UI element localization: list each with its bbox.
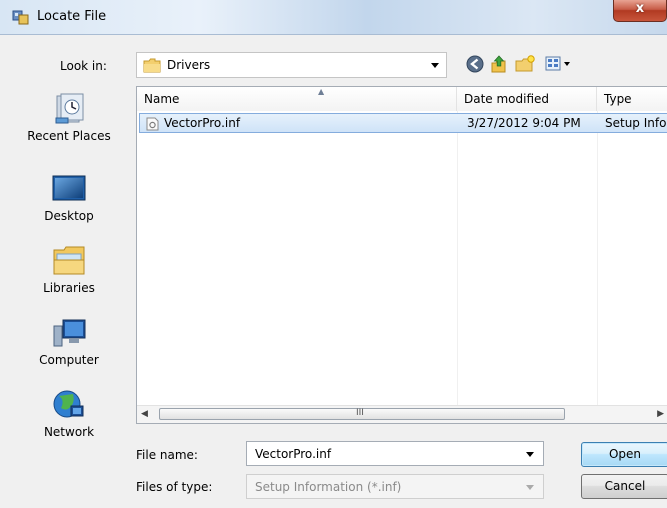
chevron-down-icon[interactable] [431, 63, 439, 68]
file-name-label: File name: [136, 448, 198, 462]
app-icon [12, 10, 29, 25]
desktop-icon [52, 175, 86, 201]
close-button[interactable]: x [613, 0, 667, 22]
column-header-name[interactable]: Name [137, 87, 457, 111]
places-bar: Recent Places Desktop Libraries Computer… [10, 84, 128, 460]
scroll-thumb[interactable]: III [159, 408, 565, 420]
scroll-right-icon[interactable]: ▶ [657, 409, 664, 419]
place-label: Recent Places [27, 129, 111, 143]
place-recent-places[interactable]: Recent Places [10, 92, 128, 143]
chevron-down-icon[interactable] [526, 452, 534, 457]
scroll-grip: III [356, 408, 364, 418]
cancel-button[interactable]: Cancel [581, 474, 667, 499]
date-modified-cell: 3/27/2012 9:04 PM [467, 116, 581, 130]
look-in-value: Drivers [167, 58, 211, 72]
libraries-icon [53, 246, 85, 275]
look-in-label: Look in: [60, 59, 107, 73]
column-label: Type [604, 92, 632, 106]
file-type-value: Setup Information (*.inf) [255, 480, 402, 494]
computer-icon [53, 319, 86, 347]
scroll-left-icon[interactable]: ◀ [141, 409, 148, 419]
place-label: Network [43, 425, 95, 439]
column-label: Date modified [464, 92, 550, 106]
window-title: Locate File [37, 9, 107, 24]
type-cell: Setup Info [605, 116, 667, 130]
network-icon [53, 390, 84, 418]
place-computer[interactable]: Computer [10, 316, 128, 367]
column-divider [457, 111, 458, 405]
place-label: Libraries [43, 281, 95, 295]
file-name-input[interactable]: VectorPro.inf [255, 447, 331, 461]
sort-up-icon: ▲ [318, 87, 325, 96]
recent-places-icon [55, 93, 84, 124]
place-label: Computer [39, 353, 99, 367]
close-icon: x [635, 1, 645, 16]
file-row[interactable]: VectorPro.inf 3/27/2012 9:04 PM Setup In… [139, 113, 667, 133]
place-label: Desktop [44, 209, 94, 223]
file-list[interactable]: Name ▲ Date modified Type VectorPro.inf … [136, 86, 667, 424]
up-folder-icon[interactable] [489, 54, 509, 74]
column-divider [597, 111, 598, 405]
setup-file-icon [146, 117, 159, 131]
look-in-dropdown[interactable]: Drivers [136, 52, 447, 78]
file-type-select[interactable]: Setup Information (*.inf) [246, 474, 544, 499]
chevron-down-icon[interactable] [526, 485, 534, 490]
file-type-label: Files of type: [136, 480, 213, 494]
new-folder-icon[interactable] [514, 54, 536, 74]
open-button[interactable]: Open [581, 442, 667, 467]
column-header-date[interactable]: Date modified [457, 87, 597, 111]
views-menu-icon[interactable] [544, 54, 572, 74]
place-libraries[interactable]: Libraries [10, 244, 128, 295]
column-label: Name [144, 92, 180, 106]
horizontal-scrollbar[interactable]: ◀ III ▶ [137, 405, 667, 423]
locate-file-dialog: Locate File x Look in: Drivers Recent Pl… [0, 0, 667, 508]
back-icon[interactable] [465, 54, 485, 74]
place-network[interactable]: Network [10, 388, 128, 439]
column-header-type[interactable]: Type [597, 87, 667, 111]
folder-icon [143, 58, 161, 73]
file-name-combo[interactable]: VectorPro.inf [246, 441, 544, 466]
title-bar[interactable]: Locate File x [0, 0, 667, 35]
file-name-cell: VectorPro.inf [164, 116, 241, 130]
place-desktop[interactable]: Desktop [10, 172, 128, 223]
